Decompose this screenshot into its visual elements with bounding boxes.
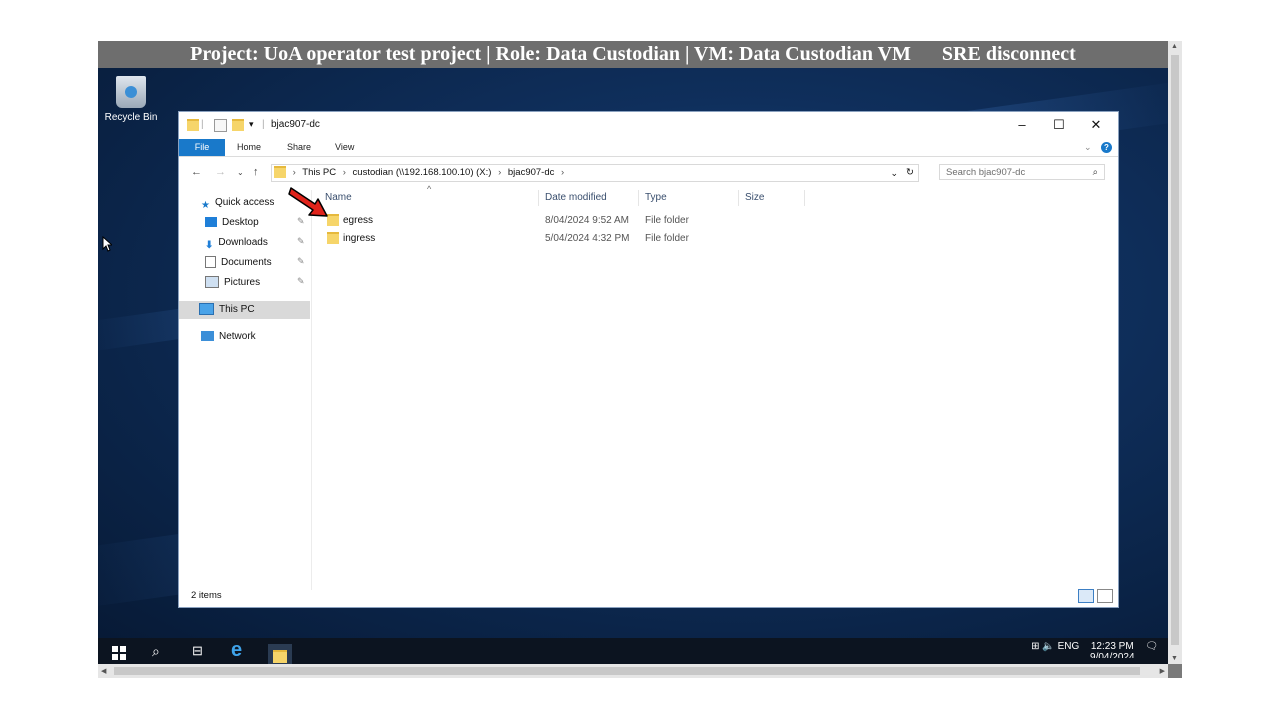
tab-file[interactable]: File (179, 139, 225, 156)
folder-icon (274, 166, 286, 179)
nav-network[interactable]: Network (201, 328, 256, 346)
computer-icon (199, 303, 214, 316)
help-icon[interactable]: ? (1101, 142, 1112, 153)
session-title: Project: UoA operator test project | Rol… (190, 43, 911, 65)
refresh-icon[interactable]: ↻ (906, 165, 914, 181)
crumb-current-folder[interactable]: bjac907-dc (508, 167, 554, 178)
column-date-modified[interactable]: Date modified (539, 190, 639, 206)
horizontal-scrollbar[interactable]: ◀ ▶ (98, 664, 1168, 678)
close-button[interactable]: ✕ (1078, 114, 1114, 136)
network-tray-icon[interactable]: ⊞ (1031, 641, 1039, 652)
volume-icon[interactable]: 🔈 (1042, 641, 1054, 652)
star-icon: ★ (201, 200, 210, 212)
search-icon[interactable]: ⌕ (152, 643, 160, 660)
pin-icon: ✎ (297, 276, 305, 286)
windows-start-icon[interactable] (112, 646, 126, 660)
back-button[interactable]: ← (191, 166, 202, 178)
pictures-icon (205, 276, 219, 289)
nav-quick-access[interactable]: ★ Quick access (201, 194, 274, 212)
column-type[interactable]: Type (639, 190, 739, 206)
file-list: ^ Name Date modified Type Size egress 8/… (288, 184, 1109, 590)
recycle-bin-icon (116, 76, 146, 108)
tab-view[interactable]: View (335, 139, 354, 156)
nav-this-pc[interactable]: This PC (179, 301, 310, 319)
explorer-title-bar: | ▾ | bjac907-dc – ☐ ✕ (179, 112, 1118, 138)
properties-icon[interactable] (214, 119, 227, 132)
recycle-bin-label: Recycle Bin (104, 112, 158, 123)
desktop-icon (205, 217, 217, 228)
up-button[interactable]: ↑ (253, 166, 259, 178)
nav-desktop[interactable]: Desktop (205, 214, 259, 232)
documents-icon (205, 256, 216, 269)
search-icon: ⌕ (1092, 167, 1098, 178)
file-explorer-window: | ▾ | bjac907-dc – ☐ ✕ File Home Share V… (178, 111, 1119, 608)
address-dropdown-icon[interactable]: ⌄ (890, 165, 898, 181)
system-tray: ⊞ 🔈 ENG 12:23 PM 9/04/2024 🗨 (1031, 641, 1158, 658)
pin-icon: ✎ (297, 236, 305, 246)
search-input[interactable]: Search bjac907-dc ⌕ (939, 164, 1105, 180)
tab-home[interactable]: Home (237, 139, 261, 156)
action-center-icon[interactable]: 🗨 (1145, 641, 1158, 652)
expand-ribbon-icon[interactable]: ⌄ (1084, 139, 1092, 156)
file-row-ingress[interactable]: ingress 5/04/2024 4:32 PM File folder (319, 230, 789, 247)
mouse-cursor-icon (102, 236, 112, 252)
vertical-scrollbar[interactable]: ▲ ▼ (1168, 41, 1182, 664)
folder-icon (327, 232, 339, 245)
task-view-icon[interactable]: ⊟ (192, 643, 203, 659)
column-size[interactable]: Size (739, 190, 805, 206)
item-count: 2 items (191, 590, 222, 601)
new-folder-icon[interactable] (232, 119, 244, 131)
maximize-button[interactable]: ☐ (1041, 114, 1077, 136)
details-view-button[interactable] (1078, 589, 1094, 603)
file-row-egress[interactable]: egress 8/04/2024 9:52 AM File folder (319, 212, 789, 229)
pin-icon: ✎ (297, 256, 305, 266)
recent-locations-button[interactable]: ⌄ (237, 168, 244, 177)
search-placeholder: Search bjac907-dc (946, 167, 1026, 178)
nav-downloads[interactable]: ⬇ Downloads (205, 234, 268, 252)
session-title-bar: Project: UoA operator test project | Rol… (98, 41, 1168, 68)
status-bar: 2 items (179, 585, 1118, 607)
customize-qat-icon[interactable]: ▾ (249, 119, 254, 132)
sre-disconnect-link[interactable]: SRE disconnect (942, 43, 1076, 65)
window-title: bjac907-dc (271, 119, 320, 130)
folder-icon (187, 119, 199, 131)
crumb-this-pc[interactable]: This PC (302, 167, 336, 178)
language-indicator[interactable]: ENG (1058, 641, 1080, 652)
download-icon: ⬇ (205, 240, 214, 252)
large-icons-view-button[interactable] (1097, 589, 1113, 603)
annotation-arrow-icon (288, 187, 328, 217)
tab-share[interactable]: Share (287, 139, 311, 156)
desktop: Recycle Bin | ▾ | bjac907-dc – ☐ ✕ File … (98, 68, 1168, 638)
nav-pictures[interactable]: Pictures (205, 274, 260, 292)
column-name[interactable]: Name (319, 190, 539, 206)
forward-button[interactable]: → (215, 166, 226, 178)
clock[interactable]: 12:23 PM 9/04/2024 (1090, 641, 1135, 658)
remote-desktop-frame: Project: UoA operator test project | Rol… (98, 41, 1182, 678)
navigation-pane: ★ Quick access Desktop ✎ ⬇ Downloads ✎ Doc… (179, 190, 312, 590)
address-bar[interactable]: › This PC › custodian (\\192.168.100.10)… (271, 164, 919, 182)
address-bar-row: ← → ⌄ ↑ › This PC › custodian (\\192.168… (179, 162, 1118, 184)
minimize-button[interactable]: – (1004, 114, 1040, 136)
network-icon (201, 331, 214, 342)
internet-explorer-icon[interactable]: e (231, 639, 242, 662)
ribbon-tabs: File Home Share View ⌄ ? (179, 139, 1118, 157)
recycle-bin-shortcut[interactable]: Recycle Bin (103, 76, 159, 123)
crumb-custodian-drive[interactable]: custodian (\\192.168.100.10) (X:) (353, 167, 492, 178)
nav-documents[interactable]: Documents (205, 254, 272, 272)
